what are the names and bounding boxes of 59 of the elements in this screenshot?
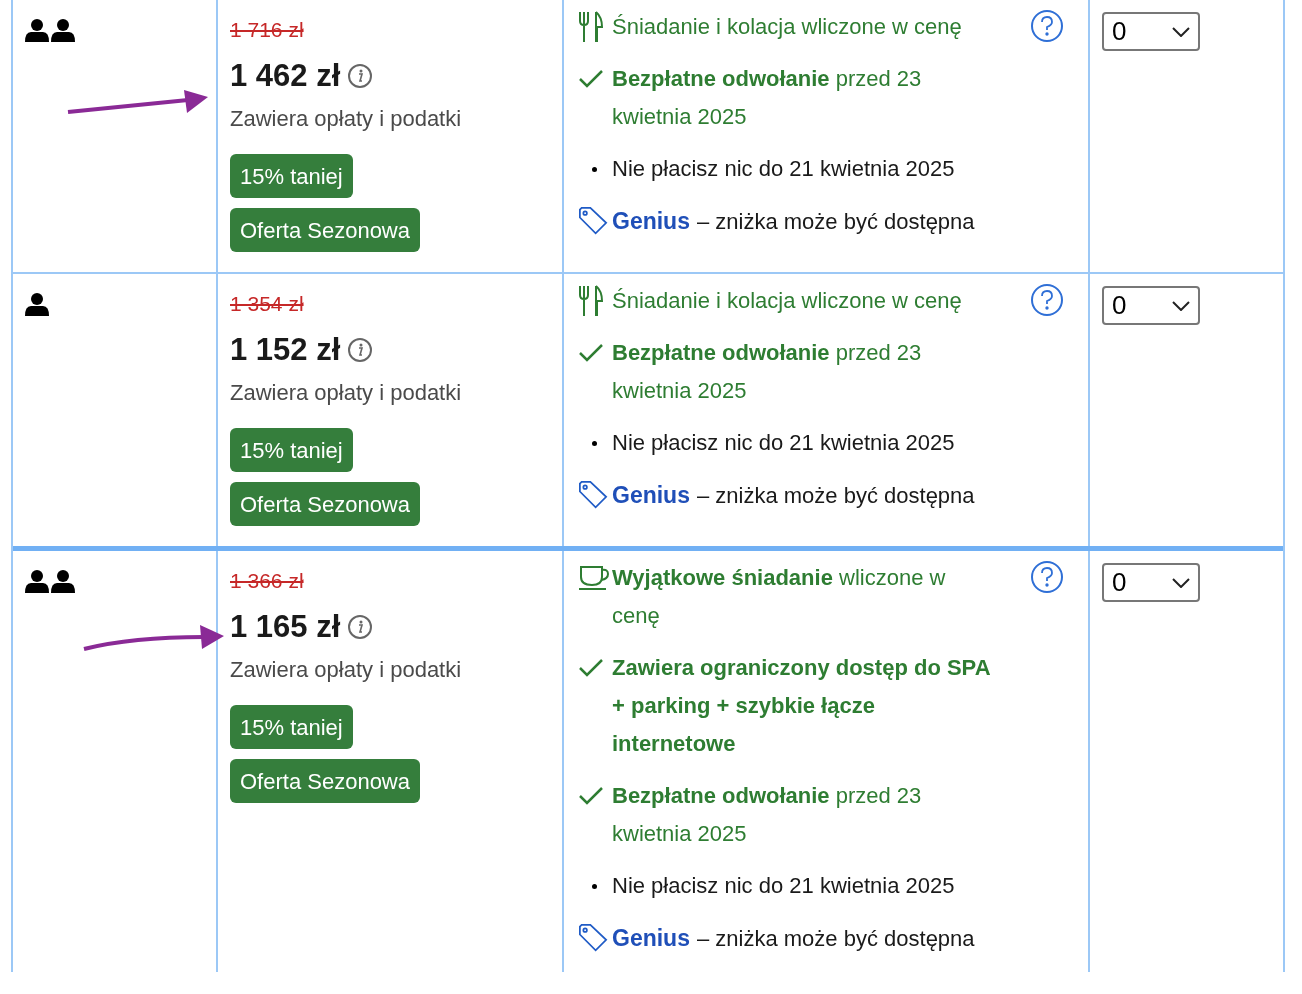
check-icon bbox=[578, 658, 604, 678]
old-price: 1 716 zł bbox=[230, 17, 304, 43]
price: 1 165 zł bbox=[230, 609, 341, 645]
check-icon bbox=[578, 343, 604, 363]
feature-text: Bezpłatne odwołanie przed 23 kwietnia 2025 bbox=[612, 782, 923, 848]
deal-badge: Oferta Sezonowa bbox=[230, 759, 420, 803]
genius-label: Genius bbox=[612, 481, 690, 510]
tag-icon bbox=[578, 924, 608, 952]
help-icon[interactable] bbox=[1031, 561, 1063, 593]
info-icon[interactable] bbox=[348, 615, 373, 639]
old-price: 1 354 zł bbox=[230, 291, 304, 317]
info-icon[interactable] bbox=[348, 64, 373, 88]
cup-icon bbox=[578, 565, 610, 591]
feature-text: Wyjątkowe śniadanie wliczone w cenę bbox=[612, 564, 947, 630]
genius-label: Genius bbox=[612, 924, 690, 953]
price: 1 152 zł bbox=[230, 332, 341, 368]
price: 1 462 zł bbox=[230, 58, 341, 94]
quantity-select[interactable]: 0 bbox=[1102, 563, 1200, 602]
bullet-icon bbox=[592, 883, 597, 889]
tag-icon bbox=[578, 481, 608, 509]
price-note: Zawiera opłaty i podatki bbox=[230, 105, 462, 133]
feature-text: Zawiera ograniczony dostęp do SPA + parking + szybkie łącze internetowe bbox=[612, 654, 991, 758]
chevron-down-icon bbox=[1172, 577, 1190, 588]
feature-text: Śniadanie i kolacja wliczone w cenę bbox=[612, 13, 963, 41]
info-icon[interactable] bbox=[348, 338, 373, 362]
quantity-select[interactable]: 0 bbox=[1102, 12, 1200, 51]
feature-text: – zniżka może być dostępna bbox=[696, 925, 975, 953]
feature-text: Nie płacisz nic do 21 kwietnia 2025 bbox=[612, 155, 955, 183]
deal-badge: 15% taniej bbox=[230, 154, 353, 198]
check-icon bbox=[578, 69, 604, 89]
feature-text: Nie płacisz nic do 21 kwietnia 2025 bbox=[612, 872, 955, 900]
bullet-icon bbox=[592, 440, 597, 446]
feature-text: – zniżka może być dostępna bbox=[696, 482, 975, 510]
bullet-icon bbox=[592, 166, 597, 172]
chevron-down-icon bbox=[1172, 26, 1190, 37]
feature-text: Nie płacisz nic do 21 kwietnia 2025 bbox=[612, 429, 955, 457]
feature-text: – zniżka może być dostępna bbox=[696, 208, 975, 236]
person-icon bbox=[25, 292, 51, 316]
cutlery-icon bbox=[578, 285, 604, 317]
feature-text: Bezpłatne odwołanie przed 23 kwietnia 2025 bbox=[612, 339, 923, 405]
old-price: 1 366 zł bbox=[230, 568, 304, 594]
deal-badge: 15% taniej bbox=[230, 428, 353, 472]
deal-badge: 15% taniej bbox=[230, 705, 353, 749]
genius-label: Genius bbox=[612, 207, 690, 236]
cutlery-icon bbox=[578, 11, 604, 43]
price-note: Zawiera opłaty i podatki bbox=[230, 379, 462, 407]
feature-text: Bezpłatne odwołanie przed 23 kwietnia 2025 bbox=[612, 65, 923, 131]
help-icon[interactable] bbox=[1031, 10, 1063, 42]
deal-badge: Oferta Sezonowa bbox=[230, 482, 420, 526]
feature-text: Śniadanie i kolacja wliczone w cenę bbox=[612, 287, 963, 315]
two-persons-icon bbox=[25, 569, 77, 593]
quantity-select[interactable]: 0 bbox=[1102, 286, 1200, 325]
two-persons-icon bbox=[25, 18, 77, 42]
check-icon bbox=[578, 786, 604, 806]
chevron-down-icon bbox=[1172, 300, 1190, 311]
deal-badge: Oferta Sezonowa bbox=[230, 208, 420, 252]
tag-icon bbox=[578, 207, 608, 235]
price-note: Zawiera opłaty i podatki bbox=[230, 656, 462, 684]
help-icon[interactable] bbox=[1031, 284, 1063, 316]
